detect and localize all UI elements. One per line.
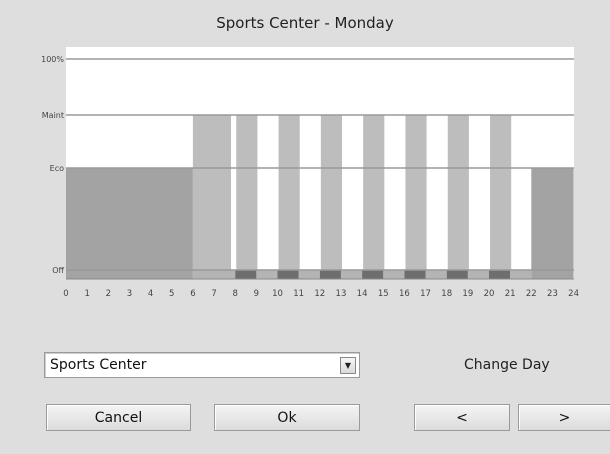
maint-bar — [320, 115, 343, 279]
hour-tick-label: 5 — [169, 289, 174, 299]
hour-tick-label: 12 — [314, 289, 325, 299]
maint-bar — [192, 115, 231, 279]
hour-tick-label: 17 — [420, 289, 431, 299]
off-strip-segment — [425, 270, 447, 279]
previous-day-button[interactable]: < — [414, 404, 510, 431]
off-strip-segment — [256, 270, 278, 279]
hour-tick-label: 18 — [441, 289, 452, 299]
hour-tick-label: 10 — [272, 289, 283, 299]
ok-button[interactable]: Ok — [214, 404, 360, 431]
hour-tick-label: 4 — [148, 289, 153, 299]
off-strip-segment — [446, 270, 468, 279]
hour-tick-label: 13 — [336, 289, 347, 299]
hour-tick-label: 9 — [254, 289, 259, 299]
off-strip-segment — [235, 270, 257, 279]
off-strip-segment — [319, 270, 341, 279]
hour-tick-label: 21 — [505, 289, 516, 299]
maint-bar — [490, 115, 512, 279]
maint-bar — [447, 115, 469, 279]
eco-block-morning — [66, 168, 193, 279]
hour-tick-label: 7 — [211, 289, 216, 299]
hour-tick-label: 6 — [190, 289, 195, 299]
zone-select-value: Sports Center — [50, 357, 147, 373]
y-level-label: 100% — [41, 55, 64, 64]
next-day-button[interactable]: > — [518, 404, 610, 431]
hour-tick-label: 8 — [232, 289, 237, 299]
off-strip-segment — [467, 270, 489, 279]
hour-tick-label: 2 — [106, 289, 111, 299]
maint-bar — [363, 115, 385, 279]
schedule-dialog: Sports Center - Monday 100% Maint Eco Off 0… — [0, 0, 610, 454]
y-level-label: Off — [52, 266, 64, 275]
off-strip-segment — [277, 270, 299, 279]
zone-select[interactable]: Sports Center ▼ — [44, 352, 360, 378]
off-strip-segment — [340, 270, 363, 279]
off-strip-segment — [362, 270, 384, 279]
maint-bar — [278, 115, 300, 279]
hour-tick-label: 1 — [84, 289, 89, 299]
hour-tick-label: 22 — [526, 289, 537, 299]
cancel-button[interactable]: Cancel — [46, 404, 191, 431]
hour-tick-label: 23 — [547, 289, 558, 299]
hour-tick-label: 20 — [484, 289, 495, 299]
off-strip-segment — [489, 270, 511, 279]
maint-bar — [405, 115, 427, 279]
hour-tick-label: 3 — [127, 289, 132, 299]
off-strip-segment — [404, 270, 426, 279]
off-strip-segment — [192, 270, 215, 279]
hour-tick-label: 14 — [357, 289, 368, 299]
chevron-down-icon[interactable]: ▼ — [340, 357, 356, 374]
hour-tick-label: 15 — [378, 289, 389, 299]
hour-tick-label: 0 — [63, 289, 68, 299]
y-level-label: Maint — [42, 111, 64, 120]
change-day-label: Change Day — [464, 357, 550, 373]
off-strip-segment — [383, 270, 405, 279]
schedule-chart[interactable]: 100%MaintEcoOff 0 1 2 3 4 5 6 7 8 9 10 11 12 13 14 15 16… — [0, 0, 610, 320]
hour-tick-label: 16 — [399, 289, 410, 299]
off-strip-segment — [298, 270, 320, 279]
hour-tick-label: 11 — [293, 289, 304, 299]
y-level-label: Eco — [50, 164, 64, 173]
hour-tick-label: 24 — [568, 289, 579, 299]
eco-block-evening — [531, 168, 574, 279]
off-strip-segment — [214, 270, 236, 279]
maint-bar — [236, 115, 258, 279]
off-strip-segment — [510, 270, 532, 279]
hour-tick-label: 19 — [462, 289, 473, 299]
